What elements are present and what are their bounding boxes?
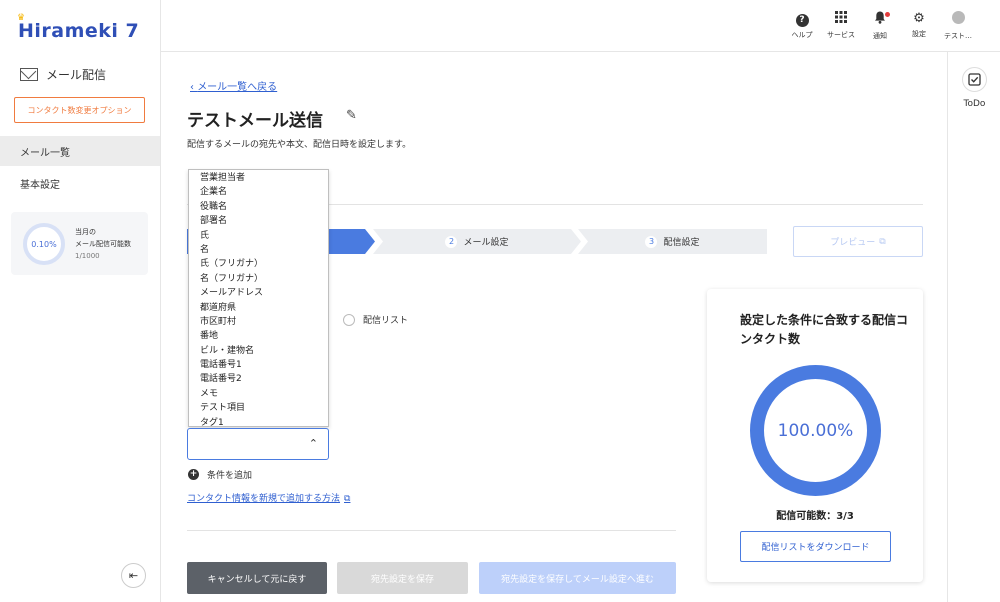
dropdown-option[interactable]: 電話番号1 [189, 358, 328, 372]
header-user[interactable]: テスト… [938, 11, 978, 41]
crown-icon: ♛ [17, 13, 26, 23]
logo-text: Hirameki 7 [18, 20, 140, 42]
header-user-label: テスト… [944, 32, 972, 40]
collapse-icon: ⇤ [128, 569, 139, 582]
contact-option-button[interactable]: コンタクト数変更オプション [14, 97, 145, 123]
sidebar-section-title: メール配信 [20, 66, 106, 83]
sidebar-item-basic-settings[interactable]: 基本設定 [0, 168, 160, 198]
header-services-label: サービス [827, 31, 855, 39]
help-link-label: コンタクト情報を新規で追加する方法 [187, 494, 341, 504]
dropdown-option[interactable]: 番地 [189, 329, 328, 343]
field-dropdown-list[interactable]: 営業担当者 企業名 役職名 部署名 氏 名 氏（フリガナ） 名（フリガナ） メー… [188, 169, 329, 428]
step-2-label: メール設定 [463, 238, 509, 248]
save-recipients-button[interactable]: 宛先設定を保存 [337, 562, 468, 594]
dropdown-option[interactable]: メールアドレス [189, 286, 328, 300]
add-contact-help-link[interactable]: コンタクト情報を新規で追加する方法 ⧉ [187, 491, 350, 504]
header-settings-label: 設定 [912, 30, 926, 38]
section-title-label: メール配信 [46, 68, 107, 82]
step-2-mail-settings: 2 メール設定 [373, 229, 581, 254]
todo-rail: ToDo [947, 52, 1000, 602]
deliverable-count: 配信可能数：3/3 [776, 511, 854, 522]
divider [187, 530, 676, 531]
back-link-label: メール一覧へ戻る [197, 82, 278, 93]
dropdown-option[interactable]: 市区町村 [189, 315, 328, 329]
external-link-icon: ⧉ [879, 236, 886, 247]
header-notifications[interactable]: 通知 [860, 11, 900, 41]
usage-label-line1: 当月の [75, 228, 96, 236]
dropdown-option[interactable]: 名 [189, 243, 328, 257]
sidebar-item-mail-list[interactable]: メール一覧 [0, 136, 160, 166]
cancel-button[interactable]: キャンセルして元に戻す [187, 562, 327, 594]
user-icon [938, 11, 978, 28]
page-description: 配信するメールの宛先や本文、配信日時を設定します。 [187, 140, 412, 150]
match-ratio-value: 100.00% [777, 420, 854, 441]
header-notifications-label: 通知 [873, 32, 887, 40]
edit-pencil-icon[interactable]: ✎ [346, 108, 357, 123]
step-3-delivery-settings: 3 配信設定 [578, 229, 767, 254]
dropdown-option[interactable]: 氏（フリガナ） [189, 257, 328, 271]
download-list-button[interactable]: 配信リストをダウンロード [740, 531, 891, 562]
header-settings[interactable]: ⚙ 設定 [899, 11, 939, 39]
result-title: 設定した条件に合致する配信コンタクト数 [740, 313, 909, 346]
page-title: テストメール送信 [187, 111, 323, 131]
sidebar: ♛ Hirameki 7 メール配信 コンタクト数変更オプション メール一覧 基… [0, 0, 161, 602]
radio-delivery-list[interactable]: 配信リスト [343, 313, 408, 326]
add-condition-button[interactable]: + 条件を追加 [188, 468, 252, 481]
dropdown-option[interactable]: 営業担当者 [189, 171, 328, 185]
collapse-sidebar-button[interactable]: ⇤ [121, 563, 146, 588]
match-ratio-ring: 100.00% [750, 365, 881, 496]
dropdown-option[interactable]: 名（フリガナ） [189, 272, 328, 286]
plus-circle-icon: + [188, 469, 199, 480]
usage-label: 当月の メール配信可能数 [75, 226, 131, 250]
preview-button[interactable]: プレビュー ⧉ [793, 226, 923, 257]
header-help-label: ヘルプ [791, 31, 813, 39]
back-to-mail-list-link[interactable]: ‹ メール一覧へ戻る [190, 78, 277, 93]
mail-icon [20, 68, 38, 81]
header-services[interactable]: サービス [821, 11, 861, 40]
dropdown-option[interactable]: メモ [189, 387, 328, 401]
header-help[interactable]: ? ヘルプ [782, 11, 822, 40]
dropdown-option[interactable]: テスト項目 [189, 401, 328, 415]
preview-label: プレビュー [830, 238, 876, 248]
dropdown-option[interactable]: 部署名 [189, 214, 328, 228]
todo-label[interactable]: ToDo [948, 99, 1000, 109]
external-link-icon: ⧉ [344, 494, 351, 504]
dropdown-option[interactable]: ビル・建物名 [189, 344, 328, 358]
radio-circle[interactable] [343, 313, 355, 326]
step-3-number: 3 [645, 235, 658, 248]
usage-ring: 0.10% [23, 223, 65, 265]
todo-checkbox-icon[interactable] [962, 67, 987, 92]
dropdown-option[interactable]: 企業名 [189, 185, 328, 199]
field-select[interactable]: ⌃ [187, 428, 329, 460]
grid-icon [821, 11, 861, 27]
dropdown-option[interactable]: 電話番号2 [189, 372, 328, 386]
notification-dot [885, 12, 890, 17]
dropdown-option[interactable]: 都道府県 [189, 301, 328, 315]
step-3-label: 配信設定 [663, 238, 700, 248]
chevron-up-icon: ⌃ [308, 437, 318, 450]
dropdown-option[interactable]: 氏 [189, 229, 328, 243]
usage-count: 1/1000 [75, 252, 100, 260]
help-icon: ? [782, 11, 822, 27]
gear-icon: ⚙ [913, 11, 925, 26]
matching-contacts-card: 設定した条件に合致する配信コンタクト数 100.00% 配信可能数：3/3 配信… [707, 289, 923, 582]
radio-delivery-list-label: 配信リスト [363, 316, 409, 326]
usage-card: 0.10% 当月の メール配信可能数 1/1000 [11, 212, 148, 275]
step-2-number: 2 [445, 235, 458, 248]
usage-label-line2: メール配信可能数 [75, 240, 131, 248]
app-logo[interactable]: ♛ Hirameki 7 [17, 13, 140, 42]
bell-icon [860, 11, 900, 28]
dropdown-option[interactable]: 役職名 [189, 200, 328, 214]
save-and-next-button[interactable]: 宛先設定を保存してメール設定へ進む [479, 562, 676, 594]
top-header: ? ヘルプ サービス 通知 ⚙ 設定 テスト… [161, 0, 1000, 52]
add-condition-label: 条件を追加 [207, 471, 253, 481]
